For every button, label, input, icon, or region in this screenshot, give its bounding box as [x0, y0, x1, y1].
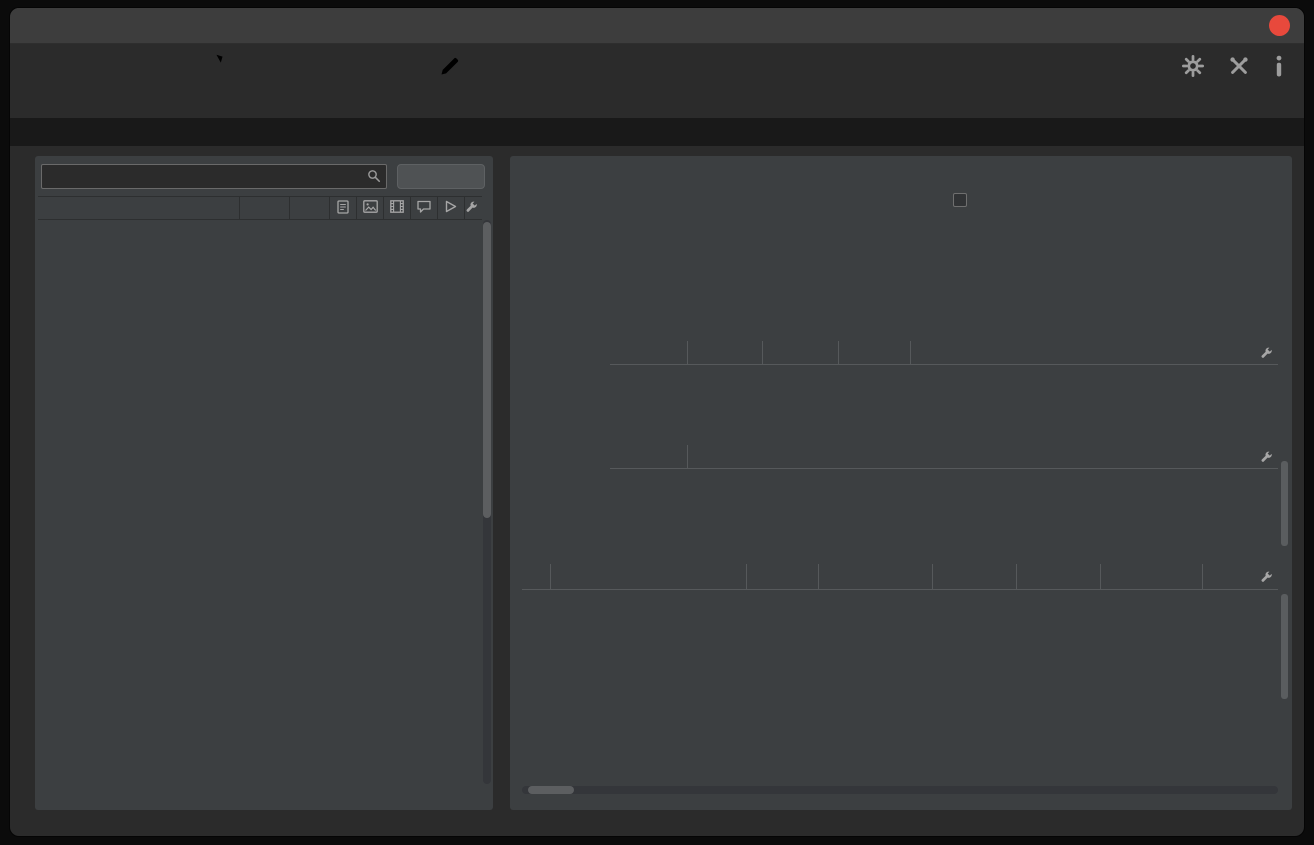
panel-splitter[interactable] [498, 462, 510, 502]
column-header-subtitles[interactable] [411, 197, 438, 219]
tab-movies[interactable] [35, 118, 69, 146]
tab-cast[interactable] [562, 118, 596, 146]
tab-trailer[interactable] [703, 118, 737, 146]
audio-table-settings-button[interactable] [1260, 346, 1273, 364]
media-files-table-header [522, 564, 1278, 590]
edit-pencil-icon [438, 52, 462, 80]
mf-col-filename [550, 564, 746, 589]
settings-button[interactable] [1182, 52, 1204, 98]
column-header-nfo[interactable] [330, 197, 357, 219]
tab-details[interactable] [515, 118, 549, 146]
filter-button[interactable] [397, 164, 485, 189]
search-scrape-button[interactable] [290, 52, 415, 98]
media-files-table-settings-button[interactable] [1260, 570, 1273, 588]
column-header-watched[interactable] [438, 197, 465, 219]
audio-col-bitrate [838, 341, 910, 364]
mf-col-codec [818, 564, 932, 589]
edit-button[interactable] [425, 52, 475, 98]
media-files-table [522, 564, 1278, 780]
audio-col-source [610, 341, 687, 364]
rename-icon [542, 52, 568, 80]
audio-col-channels [762, 341, 838, 364]
toolbar-right [1182, 52, 1284, 98]
titlebar [10, 8, 1304, 44]
mf-col-subtitle [1100, 564, 1202, 589]
table-settings-button[interactable] [465, 197, 482, 219]
details-scrollbar[interactable] [1281, 461, 1288, 546]
mf-col-runtime [1016, 564, 1100, 589]
audio-col-language [910, 341, 1278, 364]
movie-table-header [38, 196, 482, 220]
gear-icon [1182, 52, 1204, 80]
column-header-title[interactable] [38, 197, 240, 219]
info-button[interactable] [1274, 52, 1284, 98]
mediafile-rows [522, 590, 1278, 780]
tools-label [1238, 83, 1241, 98]
movie-list-panel [35, 156, 493, 810]
audio-table-header [610, 341, 1278, 365]
mf-col-type [746, 564, 818, 589]
speech-bubble-icon [417, 200, 431, 216]
info-icon [1274, 52, 1284, 80]
search-row [41, 164, 487, 190]
tools-icon [1228, 52, 1250, 80]
info-label [1278, 83, 1281, 98]
column-header-rating[interactable] [290, 197, 330, 219]
image-icon [363, 200, 378, 216]
content-area [10, 146, 1304, 836]
video-info-grid [610, 245, 1280, 329]
rename-cleanup-label [553, 83, 556, 98]
movie-rows [38, 220, 482, 784]
scrape-search-icon [341, 52, 365, 80]
tab-media-files[interactable] [609, 118, 643, 146]
update-sources-label [211, 83, 214, 98]
mf-col-resolution [932, 564, 1016, 589]
document-icon [337, 200, 349, 217]
column-header-year[interactable] [240, 197, 290, 219]
searchbox [41, 164, 387, 189]
subtitles-table [610, 445, 1278, 469]
media-files-scrollbar[interactable] [1281, 594, 1288, 699]
subtitles-col-source [610, 445, 687, 468]
edit-label [449, 83, 452, 98]
subtitles-table-header [610, 445, 1278, 469]
mf-col-icon [522, 564, 550, 589]
tab-artwork[interactable] [656, 118, 690, 146]
watched-checkbox[interactable] [953, 193, 967, 207]
subtitles-table-settings-button[interactable] [1260, 450, 1273, 468]
movie-list-scrollbar[interactable] [483, 220, 491, 784]
media-files-panel [510, 156, 1292, 810]
column-header-images[interactable] [357, 197, 384, 219]
scrollbar-thumb[interactable] [483, 222, 491, 518]
audio-col-codec [687, 341, 762, 364]
toolbar [10, 44, 1304, 118]
app-window [10, 8, 1304, 836]
search-input[interactable] [41, 164, 387, 189]
audio-table [610, 341, 1278, 365]
media-files-hscrollbar[interactable] [522, 786, 1278, 794]
hscrollbar-thumb[interactable] [528, 786, 574, 794]
play-icon [445, 200, 457, 216]
film-icon [390, 200, 404, 216]
search-scrape-label [351, 83, 354, 98]
subtitles-col-language [687, 445, 1278, 468]
close-button[interactable] [1269, 15, 1290, 36]
refresh-icon [200, 52, 226, 80]
path-row [522, 169, 1280, 189]
detail-tabs [515, 118, 737, 146]
tab-movie-sets[interactable] [82, 118, 116, 146]
wrench-icon [465, 200, 478, 216]
rename-cleanup-button[interactable] [487, 52, 622, 98]
search-icon[interactable] [367, 169, 381, 188]
column-header-trailer[interactable] [384, 197, 411, 219]
main-tabs [35, 118, 163, 146]
tabstrip [10, 118, 1304, 146]
tools-button[interactable] [1228, 52, 1250, 98]
update-sources-button[interactable] [150, 52, 275, 98]
tab-tv-shows[interactable] [129, 118, 163, 146]
date-added-row [522, 192, 1280, 212]
original-file-row [522, 215, 1280, 235]
window-controls [1233, 8, 1290, 43]
